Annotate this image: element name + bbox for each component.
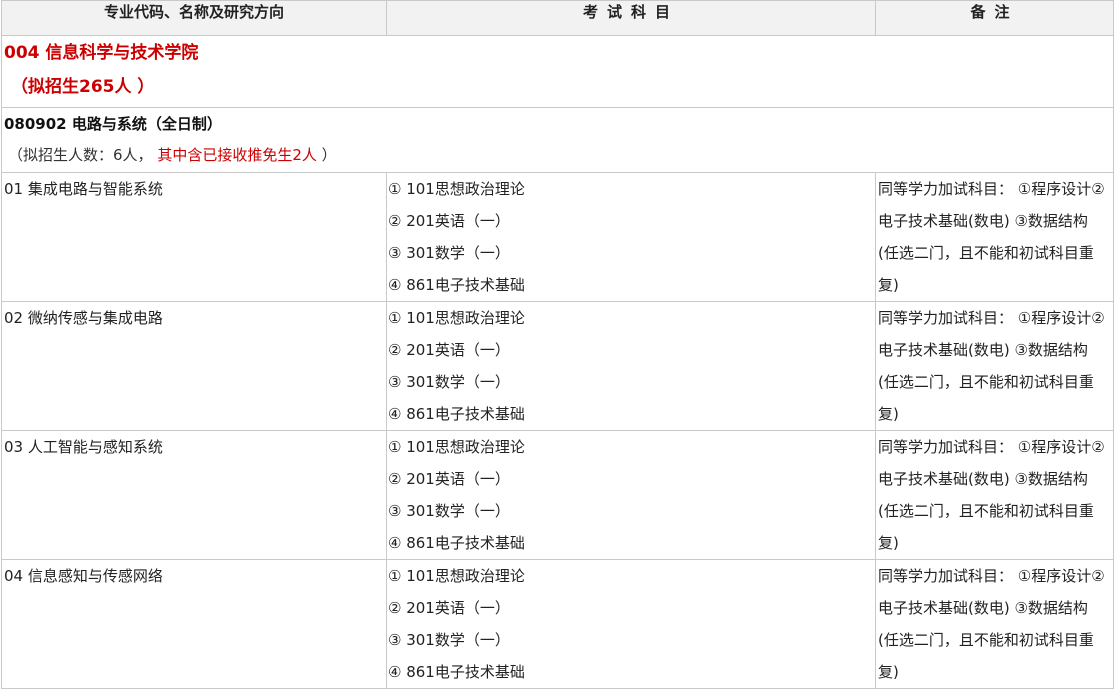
subject-item: ④ 861电子技术基础 <box>388 663 525 681</box>
direction-subjects-cell: ① 101思想政治理论 ② 201英语（一） ③ 301数学（一） ④ 861电… <box>386 430 876 560</box>
direction-row: 01 集成电路与智能系统 ① 101思想政治理论 ② 201英语（一） ③ 30… <box>1 172 1114 302</box>
direction-note: 同等学力加试科目： ①程序设计②电子技术基础(数电) ③数据结构 (任选二门，且… <box>878 567 1105 681</box>
direction-note: 同等学力加试科目： ①程序设计②电子技术基础(数电) ③数据结构 (任选二门，且… <box>878 180 1105 294</box>
direction-name: 02 微纳传感与集成电路 <box>4 309 163 327</box>
direction-row: 03 人工智能与感知系统 ① 101思想政治理论 ② 201英语（一） ③ 30… <box>1 430 1114 560</box>
direction-note: 同等学力加试科目： ①程序设计②电子技术基础(数电) ③数据结构 (任选二门，且… <box>878 309 1105 423</box>
subject-item: ③ 301数学（一） <box>388 244 510 262</box>
subject-item: ③ 301数学（一） <box>388 502 510 520</box>
subject-item: ① 101思想政治理论 <box>388 438 525 456</box>
major-name: 080902 电路与系统（全日制） <box>4 115 222 133</box>
direction-note-cell: 同等学力加试科目： ①程序设计②电子技术基础(数电) ③数据结构 (任选二门，且… <box>875 301 1114 431</box>
major-quota-prefix: （拟招生人数：6人， <box>8 146 153 164</box>
admissions-table: 专业代码、名称及研究方向 考试科目 备注 004 信息科学与技术学院 （拟招生2… <box>1 0 1114 689</box>
college-cell: 004 信息科学与技术学院 （拟招生265人 ） <box>1 35 1114 108</box>
college-quota: （拟招生265人 ） <box>11 77 155 97</box>
major-row: 080902 电路与系统（全日制） （拟招生人数：6人， 其中含已接收推免生2人… <box>1 107 1114 173</box>
college-row: 004 信息科学与技术学院 （拟招生265人 ） <box>1 35 1114 108</box>
subject-item: ③ 301数学（一） <box>388 373 510 391</box>
header-notes-col: 备注 <box>875 0 1114 36</box>
direction-name-cell: 03 人工智能与感知系统 <box>1 430 387 560</box>
subject-item: ④ 861电子技术基础 <box>388 405 525 423</box>
subject-item: ② 201英语（一） <box>388 212 510 230</box>
direction-name-cell: 01 集成电路与智能系统 <box>1 172 387 302</box>
direction-row: 02 微纳传感与集成电路 ① 101思想政治理论 ② 201英语（一） ③ 30… <box>1 301 1114 431</box>
direction-note: 同等学力加试科目： ①程序设计②电子技术基础(数电) ③数据结构 (任选二门，且… <box>878 438 1105 552</box>
direction-subjects-cell: ① 101思想政治理论 ② 201英语（一） ③ 301数学（一） ④ 861电… <box>386 559 876 689</box>
direction-subjects-cell: ① 101思想政治理论 ② 201英语（一） ③ 301数学（一） ④ 861电… <box>386 301 876 431</box>
direction-name-cell: 04 信息感知与传感网络 <box>1 559 387 689</box>
subject-item: ④ 861电子技术基础 <box>388 534 525 552</box>
subject-item: ① 101思想政治理论 <box>388 180 525 198</box>
subject-item: ③ 301数学（一） <box>388 631 510 649</box>
header-row: 专业代码、名称及研究方向 考试科目 备注 <box>1 0 1114 36</box>
direction-note-cell: 同等学力加试科目： ①程序设计②电子技术基础(数电) ③数据结构 (任选二门，且… <box>875 172 1114 302</box>
subject-item: ① 101思想政治理论 <box>388 309 525 327</box>
direction-name-cell: 02 微纳传感与集成电路 <box>1 301 387 431</box>
major-quota: （拟招生人数：6人， 其中含已接收推免生2人 ） <box>2 140 1113 170</box>
subject-item: ① 101思想政治理论 <box>388 567 525 585</box>
subject-item: ② 201英语（一） <box>388 341 510 359</box>
direction-name: 01 集成电路与智能系统 <box>4 180 163 198</box>
college-name: 004 信息科学与技术学院 <box>4 43 199 63</box>
direction-name: 04 信息感知与传感网络 <box>4 567 163 585</box>
major-quota-recommended: 其中含已接收推免生2人 <box>157 146 317 164</box>
direction-subjects-cell: ① 101思想政治理论 ② 201英语（一） ③ 301数学（一） ④ 861电… <box>386 172 876 302</box>
subject-item: ② 201英语（一） <box>388 470 510 488</box>
major-quota-suffix: ） <box>321 146 337 164</box>
subject-item: ④ 861电子技术基础 <box>388 276 525 294</box>
major-cell: 080902 电路与系统（全日制） （拟招生人数：6人， 其中含已接收推免生2人… <box>1 107 1114 173</box>
direction-note-cell: 同等学力加试科目： ①程序设计②电子技术基础(数电) ③数据结构 (任选二门，且… <box>875 559 1114 689</box>
header-subjects-col: 考试科目 <box>386 0 876 36</box>
header-major-col: 专业代码、名称及研究方向 <box>1 0 387 36</box>
direction-row: 04 信息感知与传感网络 ① 101思想政治理论 ② 201英语（一） ③ 30… <box>1 559 1114 689</box>
direction-name: 03 人工智能与感知系统 <box>4 438 163 456</box>
direction-note-cell: 同等学力加试科目： ①程序设计②电子技术基础(数电) ③数据结构 (任选二门，且… <box>875 430 1114 560</box>
subject-item: ② 201英语（一） <box>388 599 510 617</box>
